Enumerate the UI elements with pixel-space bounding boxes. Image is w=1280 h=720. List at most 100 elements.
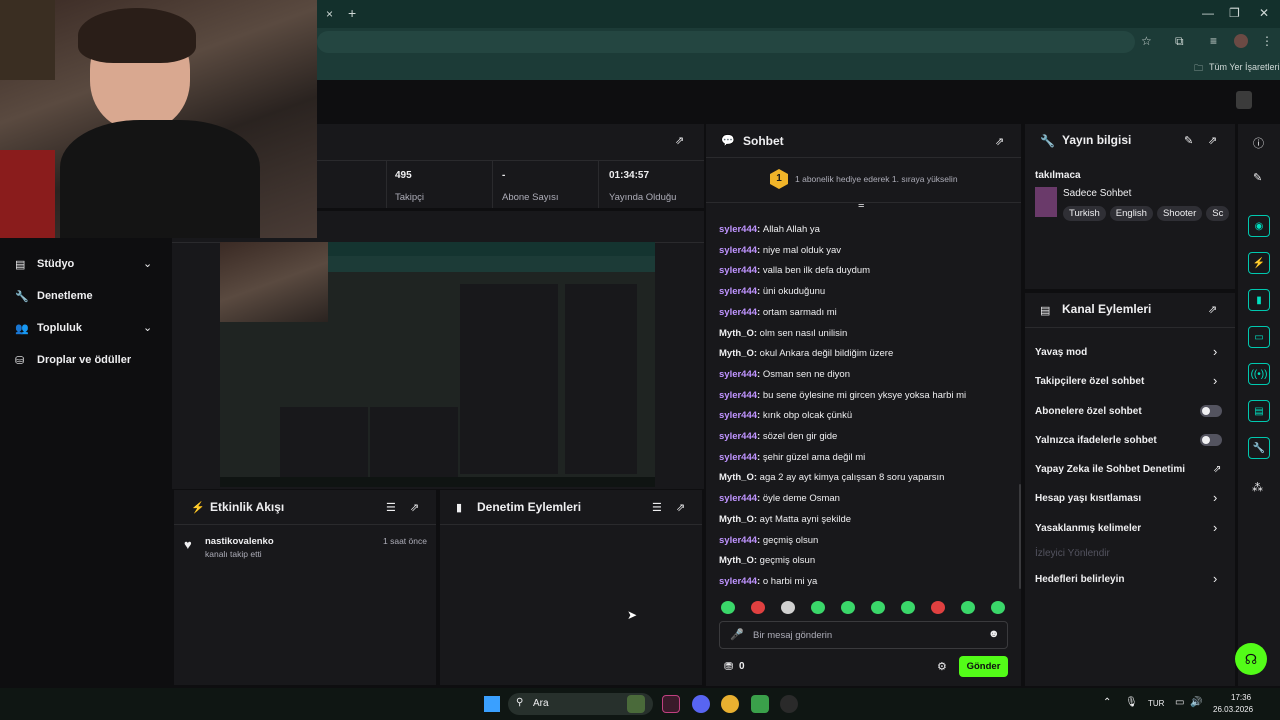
share-icon[interactable]: ⁂ (1252, 481, 1263, 494)
chat-username[interactable]: Myth_O (719, 348, 754, 359)
app-icon[interactable] (751, 695, 769, 713)
url-field[interactable] (317, 31, 1135, 53)
list-item[interactable]: ♥ nastikovalenko kanalı takip etti 1 saa… (184, 536, 429, 564)
chat-message[interactable]: Myth_O: aga 2 ay ayt kimya çalışsan 8 so… (719, 472, 944, 483)
tag[interactable]: Sc (1206, 206, 1230, 221)
chat-username[interactable]: syler444 (719, 390, 757, 401)
clock-time[interactable]: 17:36 (1231, 693, 1251, 702)
send-button[interactable]: Gönder (959, 656, 1008, 677)
chat-message[interactable]: syler444: ortam sarmadı mi (719, 307, 837, 318)
chat-message[interactable]: syler444: Osman sen ne diyon (719, 369, 850, 380)
extensions-icon[interactable]: ⧉ (1175, 34, 1184, 49)
emote-icon[interactable] (811, 601, 825, 614)
chat-message[interactable]: syler444: o harbi mi ya (719, 576, 817, 587)
network-icon[interactable]: ▭ (1175, 697, 1184, 708)
activity-user[interactable]: nastikovalenko (205, 536, 274, 547)
popout-icon[interactable]: ⇗ (676, 501, 685, 514)
camera-icon[interactable]: ◉ (1248, 215, 1270, 237)
support-headset-icon[interactable]: ☊ (1235, 643, 1267, 675)
chat-message[interactable]: syler444: üni okuduğunu (719, 286, 825, 297)
slow-mode-row[interactable]: Yavaş mod (1035, 347, 1087, 358)
volume-icon[interactable]: 🔊 (1190, 697, 1202, 708)
broadcast-icon[interactable]: ((•)) (1248, 363, 1270, 385)
app-icon[interactable] (662, 695, 680, 713)
popout-icon[interactable]: ⇗ (410, 501, 419, 514)
minimize-icon[interactable]: — (1202, 6, 1214, 20)
chevron-right-icon[interactable]: › (1213, 373, 1217, 388)
tag[interactable]: English (1109, 206, 1153, 221)
points-icon[interactable]: ⛃ (724, 660, 733, 673)
chrome-icon[interactable] (721, 695, 739, 713)
sidebar-item-studio[interactable]: ▤ Stüdyo ⌄ (15, 258, 165, 272)
emote-icon[interactable] (781, 601, 795, 614)
clock-date[interactable]: 26.03.2026 (1213, 705, 1253, 714)
chat-username[interactable]: syler444 (719, 307, 757, 318)
lightning-icon[interactable]: ⚡ (1248, 252, 1270, 274)
emote-icon[interactable] (871, 601, 885, 614)
stream-video[interactable] (220, 242, 655, 487)
chat-username[interactable]: syler444 (719, 369, 757, 380)
subscribers-only-row[interactable]: Abonelere özel sohbet (1035, 406, 1142, 417)
filter-icon[interactable]: ☰ (386, 501, 396, 514)
emote-icon[interactable] (991, 601, 1005, 614)
tag[interactable]: Shooter (1156, 206, 1203, 221)
tray-expand-icon[interactable]: ⌃ (1103, 697, 1111, 708)
chat-message[interactable]: Myth_O: okul Ankara değil bildiğim üzere (719, 348, 893, 359)
chat-username[interactable]: Myth_O (719, 555, 754, 566)
chat-message[interactable]: syler444: sözel den gir gide (719, 431, 837, 442)
account-age-row[interactable]: Hesap yaşı kısıtlaması (1035, 493, 1141, 504)
chat-username[interactable]: syler444 (719, 410, 757, 421)
chat-message[interactable]: syler444: valla ben ilk defa duydum (719, 265, 870, 276)
chat-input[interactable]: 🎤 Bir mesaj gönderin ☻ (719, 621, 1008, 649)
app-icon[interactable] (780, 695, 798, 713)
chat-username[interactable]: syler444 (719, 245, 757, 256)
chat-username[interactable]: syler444 (719, 493, 757, 504)
maximize-icon[interactable]: ❐ (1229, 6, 1240, 20)
chat-message[interactable]: syler444: geçmiş olsun (719, 535, 818, 546)
sidebar-item-drops[interactable]: ⛁ Droplar ve ödüller (15, 354, 165, 368)
document-icon[interactable]: ▮ (1248, 289, 1270, 311)
emote-icon[interactable] (961, 601, 975, 614)
emoji-icon[interactable]: ☻ (988, 628, 1000, 640)
address-bar[interactable]: ☆ ⧉ ≡ ⋮ (317, 28, 1280, 56)
emote-icon[interactable] (751, 601, 765, 614)
chat-username[interactable]: Myth_O (719, 514, 754, 525)
followers-only-row[interactable]: Takipçilere özel sohbet (1035, 376, 1144, 387)
emote-only-row[interactable]: Yalnızca ifadelerle sohbet (1035, 435, 1157, 446)
profile-avatar[interactable] (1234, 34, 1248, 48)
sidebar-item-moderation[interactable]: 🔧 Denetleme (15, 290, 165, 304)
chat-scrollbar[interactable] (1019, 484, 1021, 589)
chat-message[interactable]: syler444: niye mal olduk yav (719, 245, 841, 256)
tab-close-icon[interactable]: × (326, 7, 333, 21)
microphone-icon[interactable]: 🎙 (1125, 697, 1138, 708)
chat-message[interactable]: syler444: Allah Allah ya (719, 224, 820, 235)
discord-icon[interactable] (692, 695, 710, 713)
chat-message[interactable]: syler444: kırık obp olcak çünkü (719, 410, 852, 421)
chat-username[interactable]: syler444 (719, 431, 757, 442)
chat-message[interactable]: syler444: bu sene öylesine mi gircen yks… (719, 390, 966, 401)
chat-icon[interactable]: ▭ (1248, 326, 1270, 348)
ai-moderation-row[interactable]: Yapay Zeka ile Sohbet Denetimi (1035, 464, 1185, 475)
emote-icon[interactable] (721, 601, 735, 614)
settings-gear-icon[interactable]: ⚙ (937, 660, 947, 673)
chat-username[interactable]: syler444 (719, 576, 757, 587)
emote-icon[interactable] (901, 601, 915, 614)
microphone-icon[interactable]: 🎤 (730, 628, 744, 641)
start-menu-icon[interactable] (484, 696, 500, 712)
category-name[interactable]: Sadece Sohbet (1063, 188, 1131, 199)
chat-message[interactable]: Myth_O: ayt Matta ayni şekilde (719, 514, 851, 525)
info-icon[interactable]: ⓘ (1253, 135, 1264, 151)
edit-pencil-icon[interactable]: ✎ (1184, 134, 1193, 147)
emote-only-toggle[interactable] (1200, 434, 1222, 446)
new-tab-icon[interactable]: + (348, 5, 356, 21)
emote-icon[interactable] (931, 601, 945, 614)
chevron-right-icon[interactable]: › (1213, 571, 1217, 586)
chat-message[interactable]: syler444: şehir güzel ama değil mi (719, 452, 865, 463)
media-icon[interactable]: ≡ (1210, 34, 1217, 48)
filter-icon[interactable]: ☰ (652, 501, 662, 514)
menu-icon[interactable]: ⋮ (1261, 34, 1273, 48)
bookmark-star-icon[interactable]: ☆ (1141, 34, 1152, 48)
chat-username[interactable]: syler444 (719, 452, 757, 463)
app-icon[interactable] (627, 695, 645, 713)
sidebar-item-community[interactable]: 👥 Topluluk ⌄ (15, 322, 165, 336)
